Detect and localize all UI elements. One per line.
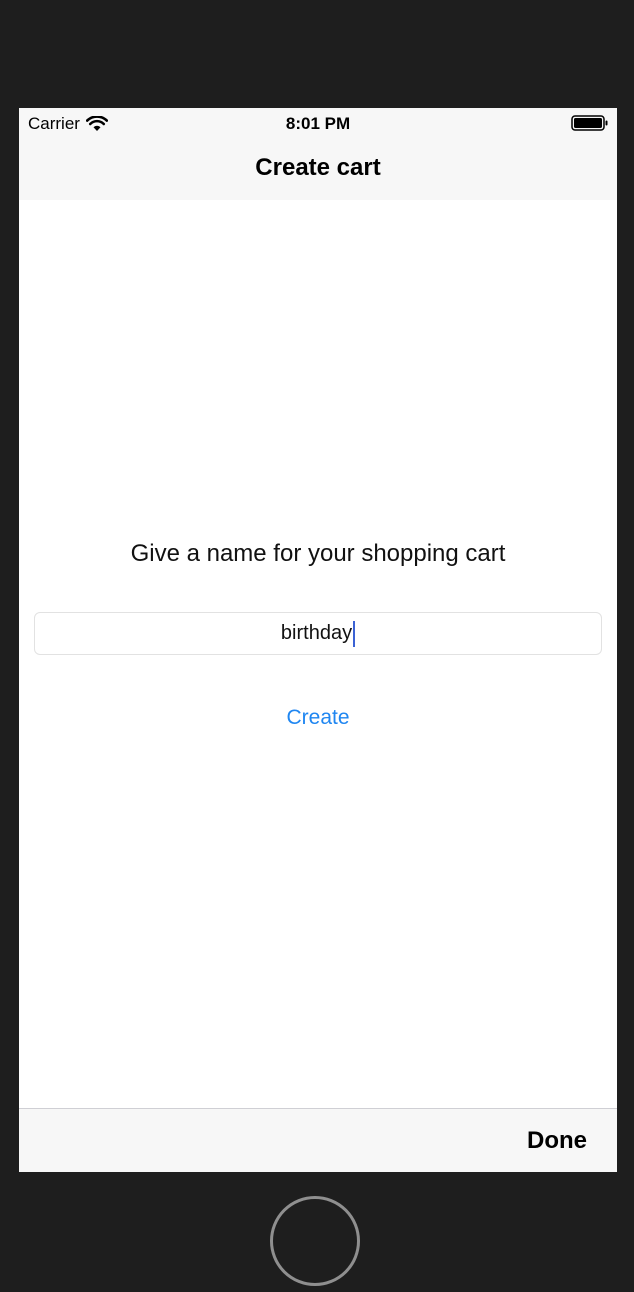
battery-icon bbox=[571, 115, 608, 131]
create-button[interactable]: Create bbox=[19, 706, 617, 730]
home-button[interactable] bbox=[270, 1196, 360, 1286]
cart-name-value: birthday bbox=[280, 622, 353, 644]
status-time: 8:01 PM bbox=[285, 114, 351, 133]
bottom-toolbar: Done bbox=[19, 1108, 617, 1172]
navigation-bar: Create cart bbox=[19, 138, 617, 200]
done-button[interactable]: Done bbox=[527, 1127, 587, 1155]
page-title: Create cart bbox=[255, 154, 381, 181]
status-bar: Carrier 8:01 PM bbox=[19, 108, 617, 138]
cart-name-prompt: Give a name for your shopping cart bbox=[130, 540, 506, 567]
phone-screen: Carrier 8:01 PM Create cart Give a name … bbox=[19, 108, 617, 1172]
text-cursor bbox=[353, 620, 356, 647]
cart-name-input[interactable]: birthday bbox=[34, 612, 602, 655]
